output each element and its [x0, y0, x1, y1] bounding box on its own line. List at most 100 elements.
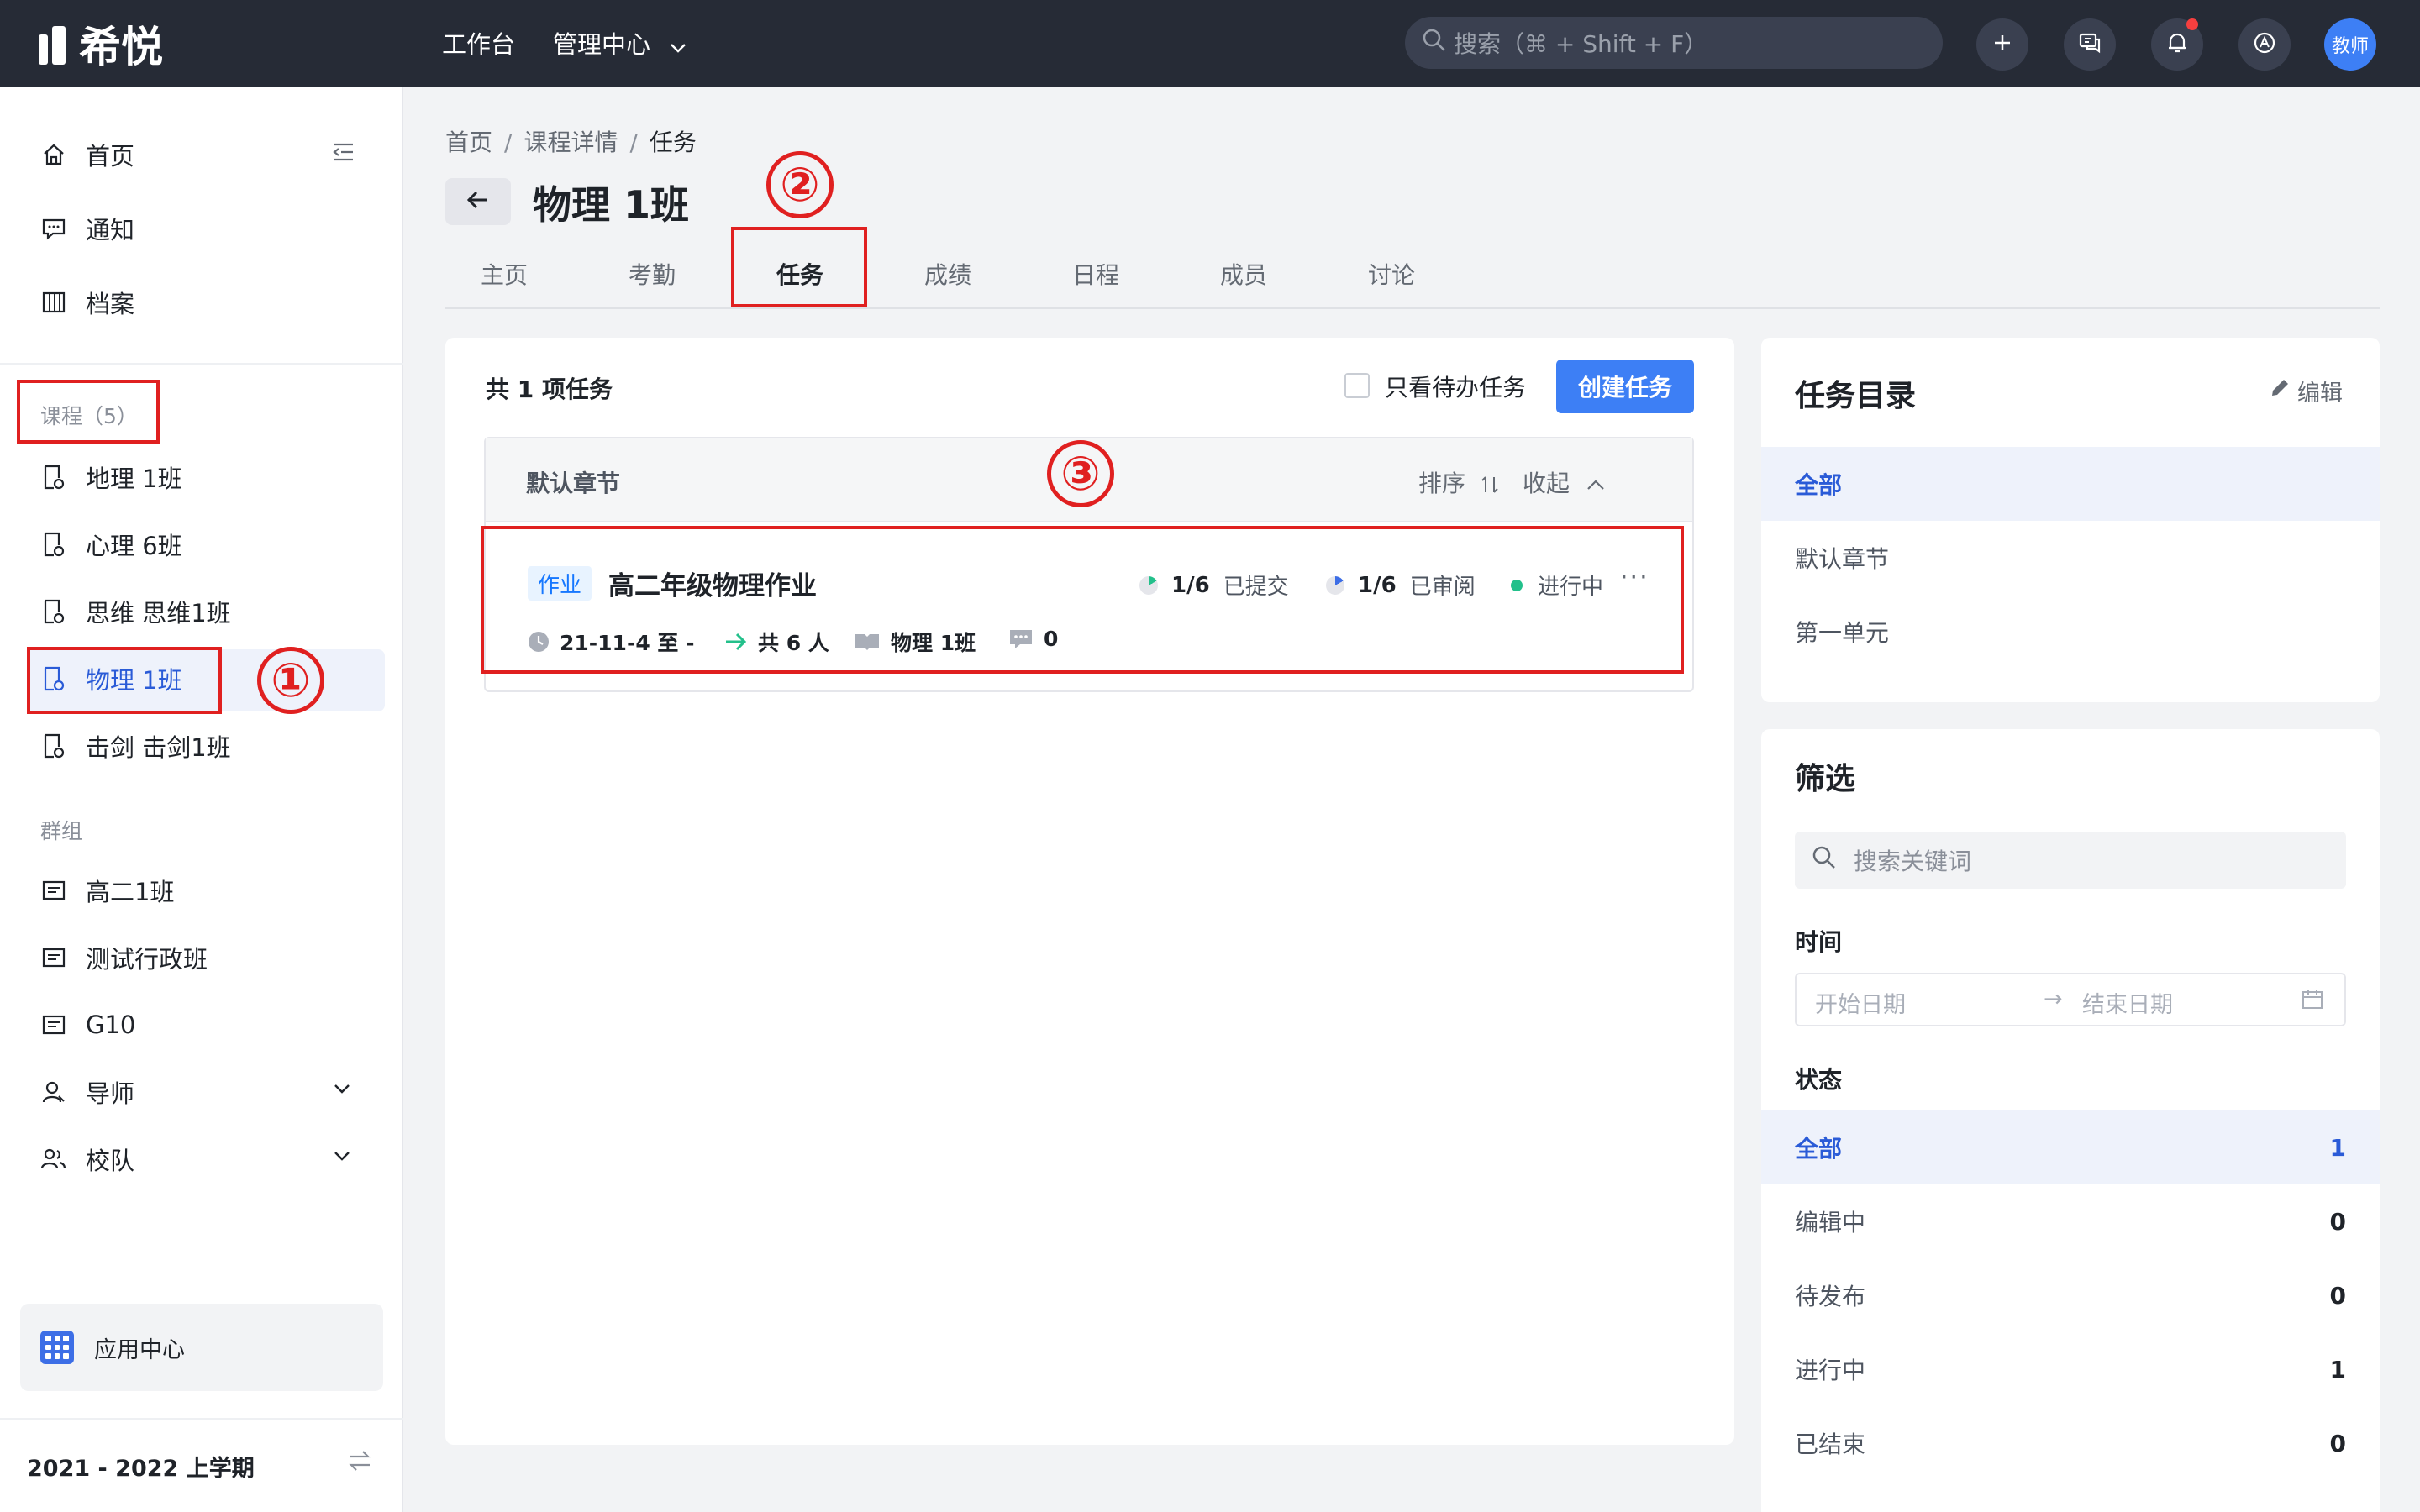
- annotation-number-3: ③: [1047, 440, 1114, 507]
- task-count: 共 1 项任务: [486, 375, 613, 403]
- status-filter-in-progress[interactable]: 进行中 1: [1761, 1332, 2380, 1406]
- tab-members[interactable]: 成员: [1220, 257, 1267, 291]
- tab-attendance[interactable]: 考勤: [629, 257, 676, 291]
- sidebar-item-course[interactable]: 地理 1班: [39, 457, 182, 497]
- filter-panel: 筛选 搜索关键词 时间 开始日期 → 结束日期 状态 全部 1 编辑中 0 待发…: [1761, 729, 2380, 1512]
- sidebar-item-label: 高二1班: [86, 878, 175, 906]
- message-icon: [39, 213, 69, 244]
- date-range-picker[interactable]: 开始日期 → 结束日期: [1795, 973, 2346, 1026]
- back-button[interactable]: [445, 178, 511, 225]
- sidebar-item-group[interactable]: 测试行政班: [39, 937, 208, 978]
- arrow-left-icon: [466, 189, 491, 214]
- calendar-icon: [2301, 988, 2324, 1017]
- sidebar-item-group[interactable]: 高二1班: [39, 870, 174, 911]
- sort-label: 排序: [1418, 470, 1466, 497]
- add-button[interactable]: [1976, 18, 2028, 71]
- course-icon: [39, 596, 69, 627]
- course-icon: [39, 529, 69, 559]
- sidebar-item-label: 通知: [86, 216, 135, 244]
- sidebar-item-label: 导师: [86, 1079, 135, 1108]
- annotation-box-courses: [17, 380, 160, 444]
- sidebar-item-school-team[interactable]: 校队: [39, 1139, 134, 1179]
- course-icon: [39, 462, 69, 492]
- sidebar-item-label: 首页: [86, 142, 135, 171]
- sidebar-divider: [0, 363, 403, 365]
- app-center-button[interactable]: 应用中心: [20, 1304, 383, 1391]
- sort-button[interactable]: 排序: [1418, 465, 1500, 499]
- search-placeholder: 搜索（⌘ + Shift + F）: [1454, 30, 1708, 58]
- chevron-down-icon[interactable]: [333, 1149, 351, 1165]
- tab-schedule[interactable]: 日程: [1072, 257, 1119, 291]
- toc-item-unit-one[interactable]: 第一单元: [1761, 595, 2380, 669]
- group-icon: [39, 875, 69, 906]
- app-center-label: 应用中心: [94, 1336, 185, 1363]
- sidebar-item-notice[interactable]: 通知: [39, 208, 134, 249]
- sidebar-item-course[interactable]: 击剑 击剑1班: [39, 726, 231, 766]
- collapse-label: 收起: [1523, 470, 1570, 497]
- breadcrumb-course-detail[interactable]: 课程详情: [523, 129, 618, 156]
- breadcrumb-separator: /: [629, 129, 638, 156]
- sidebar-item-mentor[interactable]: 导师: [39, 1072, 134, 1112]
- status-filter-count: 1: [2329, 1355, 2346, 1383]
- breadcrumb: 首页 / 课程详情 / 任务: [445, 124, 697, 158]
- filter-title: 筛选: [1795, 762, 1856, 796]
- collapse-sidebar-icon[interactable]: [331, 141, 356, 166]
- only-todo-checkbox[interactable]: [1344, 373, 1370, 398]
- group-icon: [39, 1010, 69, 1040]
- top-bar: 希悦 工作台 管理中心 搜索（⌘ + Shift + F） 教师: [0, 0, 2420, 87]
- team-icon: [39, 1144, 69, 1174]
- status-filter-count: 0: [2329, 1429, 2346, 1457]
- end-date-input[interactable]: 结束日期: [2082, 986, 2173, 1019]
- date-range-arrow: →: [2044, 986, 2063, 1012]
- sidebar-item-home[interactable]: 首页: [39, 134, 134, 175]
- only-todo-label[interactable]: 只看待办任务: [1385, 370, 1526, 403]
- global-search[interactable]: 搜索（⌘ + Shift + F）: [1405, 17, 1943, 69]
- edit-directory-button[interactable]: 编辑: [2269, 375, 2343, 407]
- tab-discussion[interactable]: 讨论: [1368, 257, 1415, 291]
- switch-term-icon[interactable]: [346, 1448, 373, 1477]
- status-filter-ended[interactable]: 已结束 0: [1761, 1406, 2380, 1480]
- sidebar-item-course[interactable]: 心理 6班: [39, 524, 182, 564]
- ai-assistant-button[interactable]: [2238, 18, 2291, 71]
- logo[interactable]: 希悦: [39, 17, 163, 71]
- sidebar: 首页 通知 档案 课程（5） 地理 1班 心理 6班 思维 思维1班 物理 1班…: [0, 87, 403, 1512]
- chevron-down-icon: [670, 30, 687, 59]
- plus-icon: [1992, 33, 2012, 56]
- search-icon: [1422, 28, 1454, 59]
- status-filter-all[interactable]: 全部 1: [1761, 1110, 2380, 1184]
- time-label: 时间: [1795, 928, 1843, 956]
- create-task-button[interactable]: 创建任务: [1556, 360, 1694, 413]
- sidebar-item-group[interactable]: G10: [39, 1005, 135, 1045]
- breadcrumb-home[interactable]: 首页: [445, 129, 492, 156]
- status-filter-pending[interactable]: 待发布 0: [1761, 1258, 2380, 1332]
- collapse-button[interactable]: 收起: [1523, 465, 1606, 499]
- term-label: 2021 - 2022 上学期: [27, 1456, 255, 1482]
- sidebar-item-archive[interactable]: 档案: [39, 282, 134, 323]
- page-title: 物理 1班: [533, 182, 690, 228]
- keyword-search-input[interactable]: 搜索关键词: [1795, 832, 2346, 889]
- status-filter-editing[interactable]: 编辑中 0: [1761, 1184, 2380, 1258]
- archive-icon: [39, 287, 69, 318]
- status-filter-count: 0: [2329, 1207, 2346, 1236]
- user-avatar[interactable]: 教师: [2324, 18, 2376, 71]
- sort-icon: [1473, 470, 1500, 497]
- task-directory-panel: 任务目录 编辑 全部 默认章节 第一单元: [1761, 338, 2380, 702]
- chevron-down-icon[interactable]: [333, 1082, 351, 1098]
- nav-admin-label: 管理中心: [553, 30, 651, 59]
- start-date-input[interactable]: 开始日期: [1815, 986, 1906, 1019]
- messages-button[interactable]: [2064, 18, 2116, 71]
- notifications-button[interactable]: [2151, 18, 2203, 71]
- status-label: 状态: [1795, 1066, 1843, 1094]
- chat-icon: [2078, 32, 2102, 57]
- sidebar-item-course[interactable]: 思维 思维1班: [39, 591, 231, 632]
- nav-admin-center[interactable]: 管理中心: [553, 25, 687, 60]
- keyword-placeholder: 搜索关键词: [1854, 848, 1972, 875]
- assistant-icon: [2253, 31, 2276, 58]
- tab-grades[interactable]: 成绩: [924, 257, 971, 291]
- nav-workbench[interactable]: 工作台: [442, 25, 515, 60]
- sidebar-item-label: 击剑 击剑1班: [86, 733, 231, 762]
- toc-item-default-chapter[interactable]: 默认章节: [1761, 521, 2380, 595]
- status-filter-count: 1: [2329, 1133, 2346, 1162]
- tab-home[interactable]: 主页: [481, 257, 528, 291]
- toc-item-all[interactable]: 全部: [1761, 447, 2380, 521]
